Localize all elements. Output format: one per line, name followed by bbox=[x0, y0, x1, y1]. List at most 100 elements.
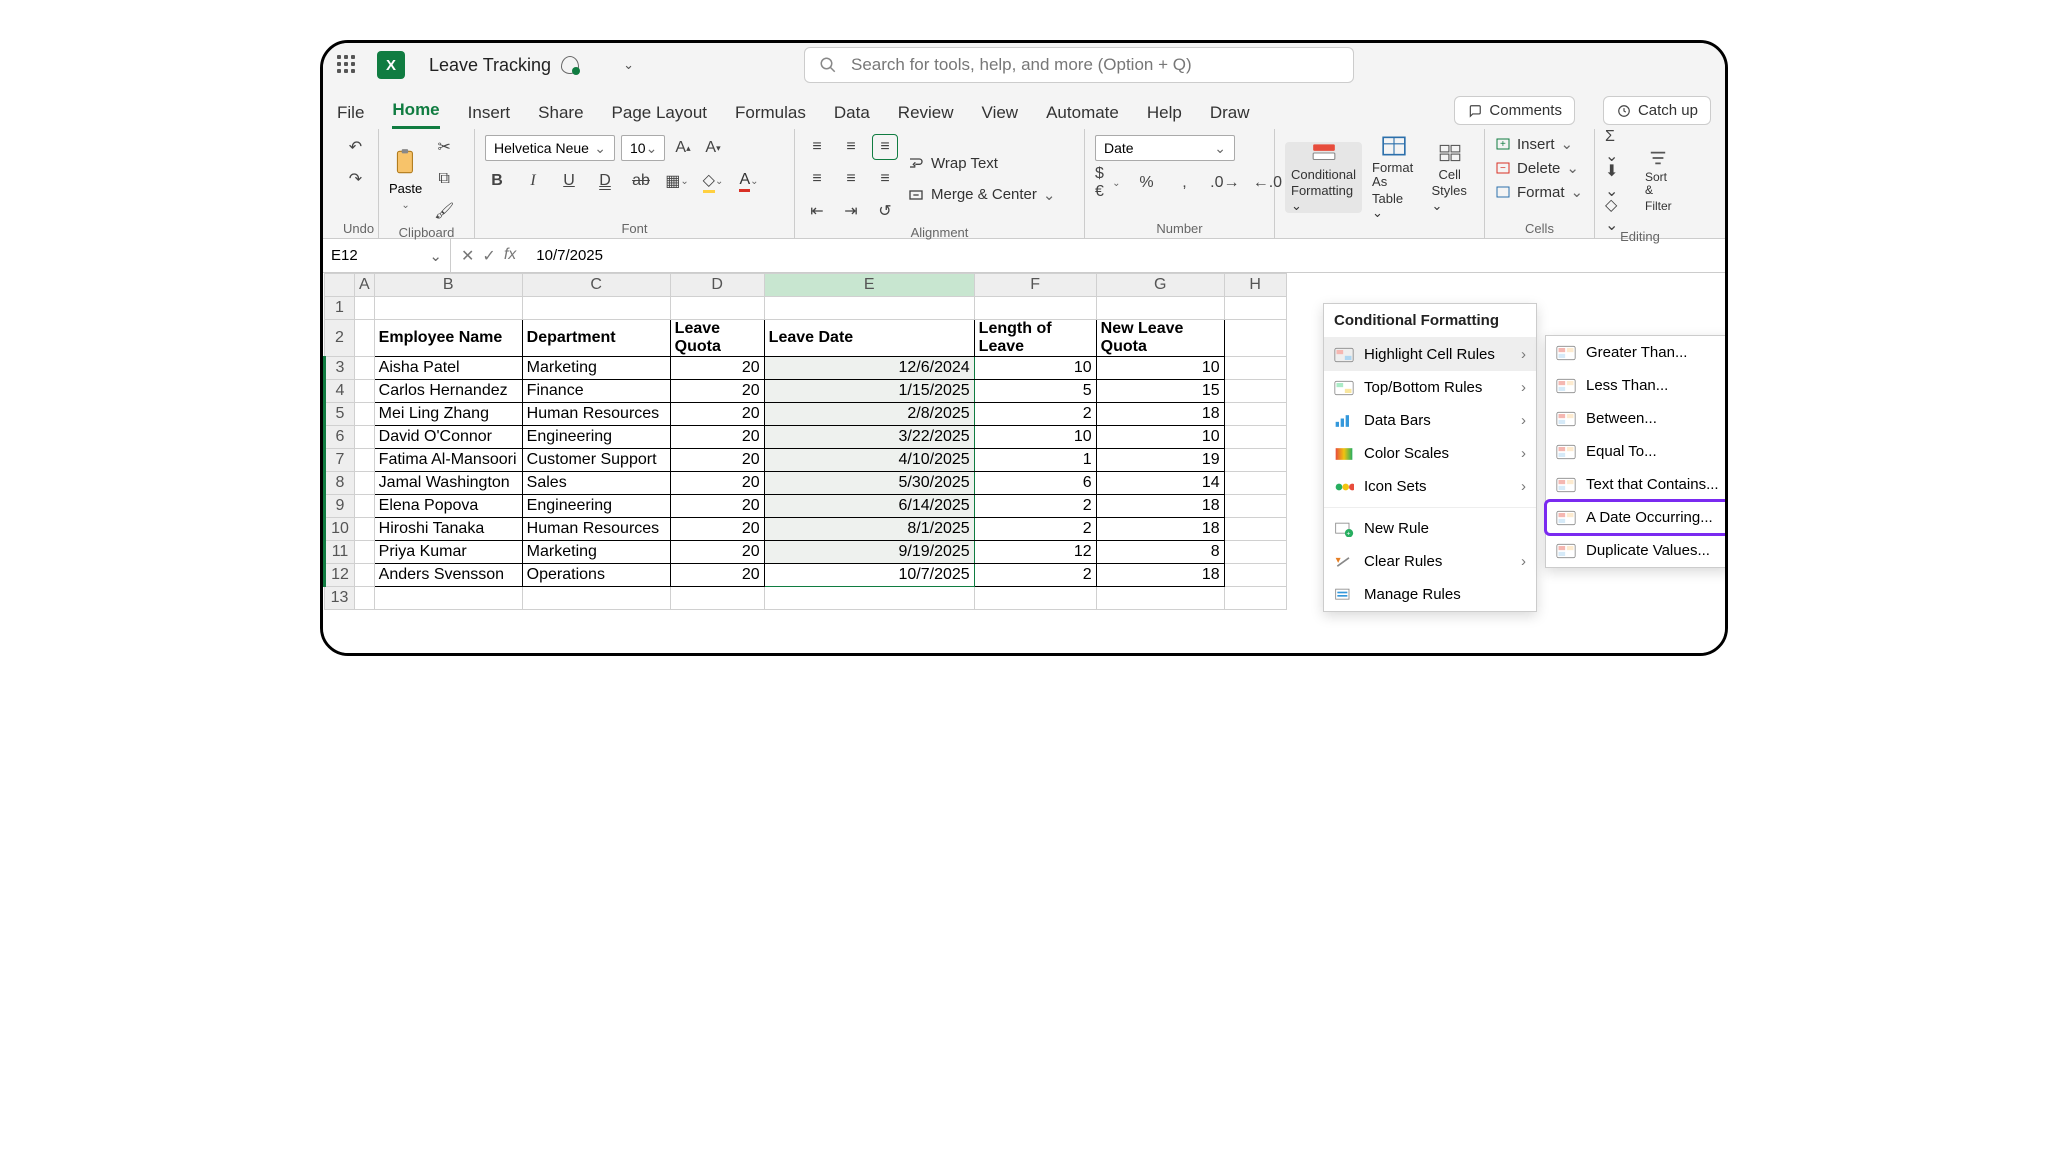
cell-D8[interactable]: 20 bbox=[670, 472, 764, 495]
row-header-11[interactable]: 11 bbox=[325, 541, 355, 564]
double-underline-button[interactable]: D bbox=[593, 169, 617, 193]
cell-F4[interactable]: 5 bbox=[974, 380, 1096, 403]
bold-button[interactable]: B bbox=[485, 169, 509, 193]
col-header-B[interactable]: B bbox=[374, 274, 522, 297]
comma-button[interactable]: , bbox=[1173, 171, 1197, 195]
row-header-1[interactable]: 1 bbox=[325, 297, 355, 320]
formula-input[interactable]: 10/7/2025 bbox=[526, 247, 603, 264]
header-E[interactable]: Leave Date bbox=[764, 320, 974, 357]
font-size-select[interactable]: 10⌄ bbox=[621, 135, 665, 161]
accounting-format-button[interactable]: $€ ⌄ bbox=[1095, 171, 1121, 195]
cell-G10[interactable]: 18 bbox=[1096, 518, 1224, 541]
col-header-C[interactable]: C bbox=[522, 274, 670, 297]
cell-G4[interactable]: 15 bbox=[1096, 380, 1224, 403]
cell-D6[interactable]: 20 bbox=[670, 426, 764, 449]
cell-E4[interactable]: 1/15/2025 bbox=[764, 380, 974, 403]
cf-item-new-rule[interactable]: +New Rule bbox=[1324, 512, 1536, 545]
row-header-7[interactable]: 7 bbox=[325, 449, 355, 472]
col-header-E[interactable]: E bbox=[764, 274, 974, 297]
shrink-font-button[interactable]: A▾ bbox=[701, 136, 725, 160]
cell-B11[interactable]: Priya Kumar bbox=[374, 541, 522, 564]
col-header-corner[interactable] bbox=[325, 274, 355, 297]
cell-E8[interactable]: 5/30/2025 bbox=[764, 472, 974, 495]
clear-button[interactable]: ◇ ⌄ bbox=[1605, 203, 1629, 227]
cf-item-clear-rules[interactable]: Clear Rules› bbox=[1324, 545, 1536, 578]
tab-home[interactable]: Home bbox=[392, 100, 439, 129]
orientation-button[interactable]: ↺ bbox=[873, 199, 897, 223]
comments-button[interactable]: Comments bbox=[1454, 96, 1575, 125]
cell-B3[interactable]: Aisha Patel bbox=[374, 357, 522, 380]
cell-E12[interactable]: 10/7/2025 bbox=[764, 564, 974, 587]
cell-B5[interactable]: Mei Ling Zhang bbox=[374, 403, 522, 426]
tab-draw[interactable]: Draw bbox=[1210, 103, 1250, 129]
cell-D9[interactable]: 20 bbox=[670, 495, 764, 518]
row-header-12[interactable]: 12 bbox=[325, 564, 355, 587]
copy-button[interactable]: ⧉ bbox=[432, 167, 456, 191]
cell-E10[interactable]: 8/1/2025 bbox=[764, 518, 974, 541]
cell-B6[interactable]: David O'Connor bbox=[374, 426, 522, 449]
cell-styles-button[interactable]: Cell Styles ⌄ bbox=[1425, 142, 1474, 213]
autosum-button[interactable]: Σ ⌄ bbox=[1605, 135, 1629, 159]
col-header-H[interactable]: H bbox=[1224, 274, 1286, 297]
align-top-button[interactable]: ≡ bbox=[805, 135, 829, 159]
cell-D12[interactable]: 20 bbox=[670, 564, 764, 587]
cell-E9[interactable]: 6/14/2025 bbox=[764, 495, 974, 518]
row-header-9[interactable]: 9 bbox=[325, 495, 355, 518]
cell-D10[interactable]: 20 bbox=[670, 518, 764, 541]
tab-automate[interactable]: Automate bbox=[1046, 103, 1119, 129]
cell-C3[interactable]: Marketing bbox=[522, 357, 670, 380]
app-launcher-icon[interactable] bbox=[337, 55, 357, 75]
tab-view[interactable]: View bbox=[982, 103, 1019, 129]
cell-D4[interactable]: 20 bbox=[670, 380, 764, 403]
fill-color-button[interactable]: ◇⌄ bbox=[701, 169, 725, 193]
tab-page-layout[interactable]: Page Layout bbox=[612, 103, 707, 129]
cell-F11[interactable]: 12 bbox=[974, 541, 1096, 564]
row-header-4[interactable]: 4 bbox=[325, 380, 355, 403]
search-input[interactable]: Search for tools, help, and more (Option… bbox=[804, 47, 1354, 83]
sub-item-text-that-contains-[interactable]: Text that Contains... bbox=[1546, 468, 1728, 501]
col-header-F[interactable]: F bbox=[974, 274, 1096, 297]
cell-D3[interactable]: 20 bbox=[670, 357, 764, 380]
borders-button[interactable]: ▦⌄ bbox=[665, 169, 689, 193]
sort-filter-button[interactable]: Sort & Filter bbox=[1639, 149, 1678, 213]
align-bottom-button[interactable]: ≡ bbox=[873, 135, 897, 159]
name-box[interactable]: E12⌄ bbox=[323, 239, 451, 272]
row-header-8[interactable]: 8 bbox=[325, 472, 355, 495]
align-center-button[interactable]: ≡ bbox=[839, 167, 863, 191]
format-as-table-button[interactable]: Format As Table ⌄ bbox=[1366, 135, 1421, 220]
cell-C7[interactable]: Customer Support bbox=[522, 449, 670, 472]
sub-item-equal-to-[interactable]: Equal To... bbox=[1546, 435, 1728, 468]
tab-share[interactable]: Share bbox=[538, 103, 583, 129]
font-name-select[interactable]: Helvetica Neue⌄ bbox=[485, 135, 615, 161]
cell-F10[interactable]: 2 bbox=[974, 518, 1096, 541]
font-color-button[interactable]: A⌄ bbox=[737, 169, 761, 193]
cell-B4[interactable]: Carlos Hernandez bbox=[374, 380, 522, 403]
cell-D5[interactable]: 20 bbox=[670, 403, 764, 426]
row-header-3[interactable]: 3 bbox=[325, 357, 355, 380]
tab-insert[interactable]: Insert bbox=[468, 103, 511, 129]
row-header-10[interactable]: 10 bbox=[325, 518, 355, 541]
cell-E11[interactable]: 9/19/2025 bbox=[764, 541, 974, 564]
cell-G6[interactable]: 10 bbox=[1096, 426, 1224, 449]
tab-data[interactable]: Data bbox=[834, 103, 870, 129]
cell-F12[interactable]: 2 bbox=[974, 564, 1096, 587]
row-header-5[interactable]: 5 bbox=[325, 403, 355, 426]
format-cells-button[interactable]: Format ⌄ bbox=[1495, 183, 1583, 201]
cell-C9[interactable]: Engineering bbox=[522, 495, 670, 518]
cf-item-manage-rules[interactable]: Manage Rules bbox=[1324, 578, 1536, 611]
cell-C11[interactable]: Marketing bbox=[522, 541, 670, 564]
tab-formulas[interactable]: Formulas bbox=[735, 103, 806, 129]
cell-C12[interactable]: Operations bbox=[522, 564, 670, 587]
sub-item-duplicate-values-[interactable]: Duplicate Values... bbox=[1546, 534, 1728, 567]
cell-C10[interactable]: Human Resources bbox=[522, 518, 670, 541]
percent-button[interactable]: % bbox=[1135, 171, 1159, 195]
paste-button[interactable]: Paste ⌄ bbox=[389, 147, 422, 211]
align-left-button[interactable]: ≡ bbox=[805, 167, 829, 191]
cell-F7[interactable]: 1 bbox=[974, 449, 1096, 472]
tab-file[interactable]: File bbox=[337, 103, 364, 129]
cell-F3[interactable]: 10 bbox=[974, 357, 1096, 380]
fill-button[interactable]: ⬇ ⌄ bbox=[1605, 169, 1629, 193]
cell-E7[interactable]: 4/10/2025 bbox=[764, 449, 974, 472]
cf-item-top-bottom-rules[interactable]: Top/Bottom Rules› bbox=[1324, 371, 1536, 404]
cell-D11[interactable]: 20 bbox=[670, 541, 764, 564]
